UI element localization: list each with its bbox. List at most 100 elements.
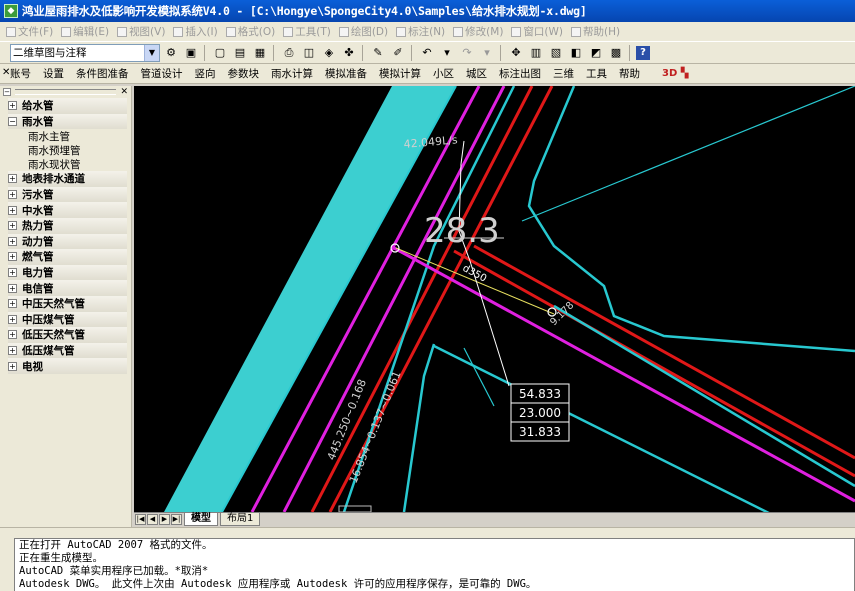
tree-node[interactable]: + 电信管	[8, 280, 127, 296]
menu-item-5[interactable]: 工具(T)	[283, 24, 331, 39]
tree-node[interactable]: + 污水管	[8, 186, 127, 203]
next-tab-icon[interactable]: ▶	[159, 514, 170, 525]
collapse-icon[interactable]: −	[3, 88, 11, 96]
workspace-combo[interactable]: 二维草图与注释 ▼	[10, 43, 160, 62]
func-menu-item-11[interactable]: 标注出图	[499, 66, 541, 81]
tree-node[interactable]: + 电力管	[8, 264, 127, 281]
tree-node[interactable]: + 给水管	[8, 98, 127, 114]
menu-item-7[interactable]: 标注(N)	[396, 24, 445, 39]
first-tab-icon[interactable]: |◀	[135, 514, 146, 525]
tree-leaf[interactable]: 雨水预埋管	[8, 143, 131, 157]
new-file-icon[interactable]: ▢	[211, 44, 229, 62]
close-icon[interactable]: ✕	[120, 87, 128, 97]
close-icon[interactable]: ✕	[2, 67, 10, 78]
leader-line[interactable]	[460, 140, 465, 165]
tree-node[interactable]: + 电视	[8, 358, 127, 374]
tab-model[interactable]: 模型	[184, 513, 218, 526]
tree-node[interactable]: + 中压煤气管	[8, 311, 127, 328]
menu-item-9[interactable]: 窗口(W)	[511, 24, 563, 39]
help-icon[interactable]: ?	[636, 45, 650, 60]
road-edge-line[interactable]	[433, 344, 855, 512]
func-menu-item-8[interactable]: 模拟计算	[379, 66, 421, 81]
match-properties-icon[interactable]: ✎	[369, 44, 387, 62]
tree-node[interactable]: + 低压煤气管	[8, 342, 127, 359]
undo-icon[interactable]: ↶	[418, 44, 436, 62]
panel-grip[interactable]	[15, 89, 117, 95]
func-menu-item-13[interactable]: 工具	[586, 66, 607, 81]
tree-node[interactable]: + 中压天然气管	[8, 295, 127, 312]
command-history[interactable]: 正在打开 AutoCAD 2007 格式的文件。 正在重生成模型。 AutoCAD …	[14, 538, 855, 591]
expand-icon[interactable]: +	[8, 174, 17, 184]
expand-icon[interactable]: +	[8, 299, 17, 309]
tree-leaf[interactable]: 雨水主管	[8, 129, 131, 143]
markup-icon[interactable]: ◩	[587, 44, 605, 62]
func-menu-item-2[interactable]: 条件图准备	[76, 66, 129, 81]
func-menu-item-14[interactable]: 帮助	[619, 66, 640, 81]
func-menu-item-5[interactable]: 参数块	[228, 66, 260, 81]
menu-item-10[interactable]: 帮助(H)	[571, 24, 620, 39]
menu-item-3[interactable]: 插入(I)	[173, 24, 218, 39]
last-tab-icon[interactable]: ▶|	[171, 514, 182, 525]
expand-icon[interactable]: +	[8, 236, 17, 246]
tree-node[interactable]: − 雨水管	[8, 113, 127, 130]
elevation-value[interactable]: 54.833	[519, 387, 561, 401]
save-icon[interactable]: ▦	[251, 44, 269, 62]
expand-icon[interactable]: +	[8, 268, 17, 278]
expand-icon[interactable]: +	[8, 346, 17, 356]
road-edge-line[interactable]	[527, 86, 855, 353]
tree-node[interactable]: + 低压天然气管	[8, 327, 127, 343]
collapse-icon[interactable]: −	[8, 116, 17, 126]
plot-icon[interactable]: ✤	[340, 44, 358, 62]
expand-icon[interactable]: +	[8, 314, 17, 324]
road-edge-line[interactable]	[463, 347, 495, 407]
print-preview-icon[interactable]: ◫	[300, 44, 318, 62]
design-center-icon[interactable]: ▧	[547, 44, 565, 62]
expand-icon[interactable]: +	[8, 101, 17, 111]
road-edge-line[interactable]	[521, 86, 855, 222]
tree-node[interactable]: + 动力管	[8, 233, 127, 250]
func-menu-item-0[interactable]: 账号	[10, 66, 31, 81]
elevation-value[interactable]: 31.833	[519, 425, 561, 439]
pan-icon[interactable]: ✥	[507, 44, 525, 62]
layer-tools-icon[interactable]: 3D ▚	[662, 68, 688, 79]
func-menu-item-3[interactable]: 管道设计	[141, 66, 183, 81]
open-file-icon[interactable]: ▤	[231, 44, 249, 62]
menu-item-8[interactable]: 修改(M)	[453, 24, 503, 39]
tree-node[interactable]: + 热力管	[8, 217, 127, 234]
calculator-icon[interactable]: ▩	[607, 44, 625, 62]
func-menu-item-9[interactable]: 小区	[433, 66, 454, 81]
water-pipe-line[interactable]	[393, 246, 855, 503]
pipe-length-label[interactable]: 9.178	[548, 300, 576, 328]
tree-node[interactable]: + 中水管	[8, 202, 127, 218]
rain-pipe-line[interactable]	[453, 249, 855, 478]
expand-icon[interactable]: +	[8, 252, 17, 262]
road-edge-line[interactable]	[402, 343, 436, 512]
publish-icon[interactable]: ◈	[320, 44, 338, 62]
properties-icon[interactable]: ▥	[527, 44, 545, 62]
expand-icon[interactable]: +	[8, 283, 17, 293]
elevation-value[interactable]: 23.000	[519, 406, 561, 420]
tree-node[interactable]: + 地表排水通道	[8, 171, 127, 187]
func-menu-item-6[interactable]: 雨水计算	[271, 66, 313, 81]
road-edge-line[interactable]	[553, 304, 855, 488]
func-menu-item-4[interactable]: 竖向	[195, 66, 216, 81]
func-menu-item-1[interactable]: 设置	[43, 66, 64, 81]
prev-tab-icon[interactable]: ◀	[147, 514, 158, 525]
tree-node[interactable]: + 燃气管	[8, 249, 127, 265]
func-menu-item-12[interactable]: 三维	[553, 66, 574, 81]
expand-icon[interactable]: +	[8, 330, 17, 340]
brush-icon[interactable]: ✐	[389, 44, 407, 62]
expand-icon[interactable]: +	[8, 190, 17, 200]
menu-item-2[interactable]: 视图(V)	[117, 24, 165, 39]
large-label[interactable]: 28.3	[424, 211, 500, 251]
app-icon[interactable]: ◆	[4, 4, 18, 18]
redo-icon[interactable]: ↷	[458, 44, 476, 62]
menu-item-1[interactable]: 编辑(E)	[61, 24, 109, 39]
menu-item-6[interactable]: 绘图(D)	[338, 24, 388, 39]
cad-drawing[interactable]: 54.83323.00031.83342.049L/s28.3d3509.178…	[134, 86, 855, 512]
redo-dropdown-icon[interactable]: ▾	[478, 44, 496, 62]
func-menu-item-10[interactable]: 城区	[466, 66, 487, 81]
workspace-save-icon[interactable]: ▣	[182, 44, 200, 62]
tab-layout1[interactable]: 布局1	[220, 513, 261, 526]
undo-dropdown-icon[interactable]: ▾	[438, 44, 456, 62]
